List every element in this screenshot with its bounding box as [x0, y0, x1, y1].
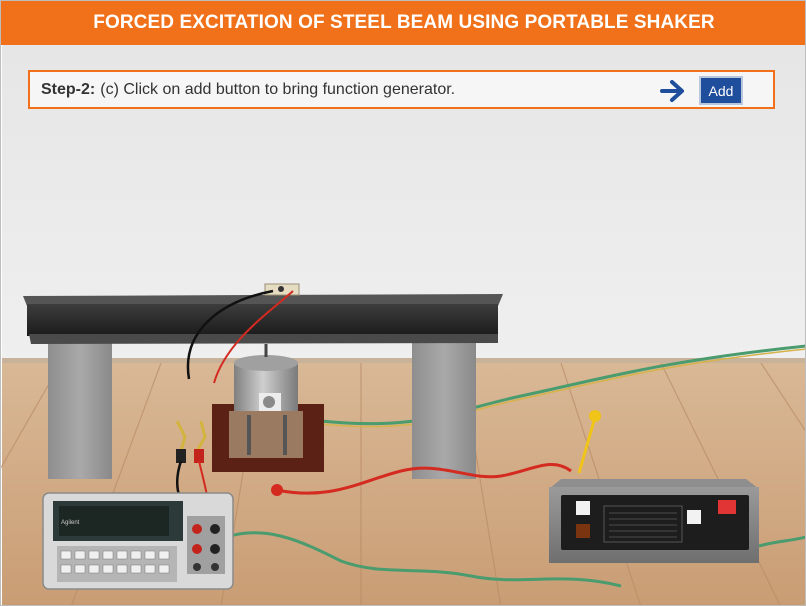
digital-multimeter: Agilent [42, 492, 234, 590]
simulation-window: FORCED EXCITATION OF STEEL BEAM USING PO… [0, 0, 806, 606]
add-button[interactable]: Add [699, 76, 743, 105]
right-pillar [412, 341, 476, 479]
instruction-text: (c) Click on add button to bring functio… [100, 80, 456, 98]
multimeter-brand: Agilent [61, 520, 80, 526]
instruction-box: Step-2: (c) Click on add button to bring… [28, 70, 775, 109]
right-arrow-icon [660, 80, 684, 102]
left-pillar [48, 341, 112, 479]
step-label: Step-2: [41, 80, 96, 98]
